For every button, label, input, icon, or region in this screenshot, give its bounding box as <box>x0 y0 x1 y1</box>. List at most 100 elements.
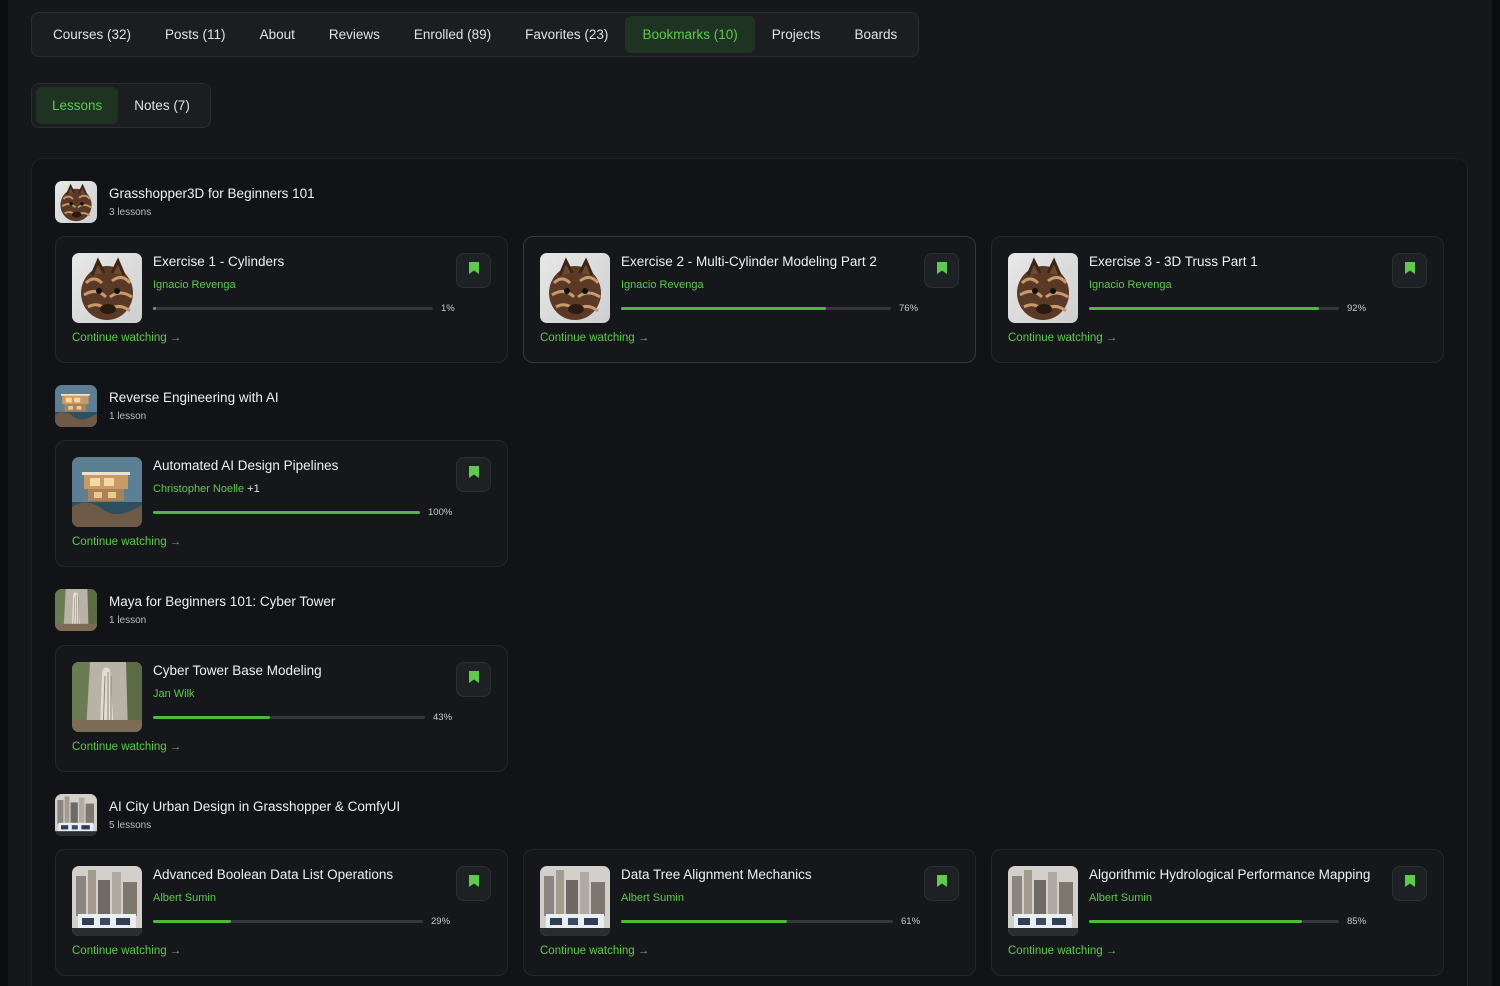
profile-tabs: Courses (32) Posts (11) About Reviews En… <box>31 12 920 57</box>
progress-fill <box>153 307 156 310</box>
lesson-author[interactable]: Albert Sumin <box>621 892 684 904</box>
lesson-card[interactable]: Exercise 2 - Multi-Cylinder Modeling Par… <box>523 236 976 363</box>
continue-watching-link[interactable]: Continue watching → <box>1008 945 1117 957</box>
course-title: AI City Urban Design in Grasshopper & Co… <box>109 799 401 814</box>
bookmark-subtabs: Lessons Notes (7) <box>31 83 211 128</box>
progress-bar <box>1089 920 1339 923</box>
lesson-author[interactable]: Ignacio Revenga <box>1089 279 1172 291</box>
course-header[interactable]: Maya for Beginners 101: Cyber Tower 1 les… <box>55 589 335 631</box>
lesson-card[interactable]: Algorithmic Hydrological Performance Map… <box>991 849 1444 976</box>
lesson-card[interactable]: Cyber Tower Base Modeling Jan Wilk 43% Cont… <box>55 645 508 772</box>
lesson-title[interactable]: Algorithmic Hydrological Performance Map… <box>1089 867 1370 882</box>
bookmark-button[interactable] <box>456 457 491 492</box>
lesson-thumbnail[interactable] <box>540 866 610 936</box>
tab-reviews[interactable]: Reviews <box>312 16 397 53</box>
lesson-title[interactable]: Exercise 1 - Cylinders <box>153 254 284 269</box>
progress-bar <box>153 920 423 923</box>
author-name[interactable]: Ignacio Revenga <box>1089 279 1172 291</box>
tab-about[interactable]: About <box>243 16 312 53</box>
bookmark-button[interactable] <box>456 662 491 697</box>
author-name[interactable]: Albert Sumin <box>1089 892 1152 904</box>
author-name[interactable]: Jan Wilk <box>153 688 195 700</box>
progress-percent: 1% <box>441 303 455 314</box>
author-name[interactable]: Albert Sumin <box>621 892 684 904</box>
tab-posts[interactable]: Posts (11) <box>148 16 243 53</box>
tab-enrolled[interactable]: Enrolled (89) <box>397 16 508 53</box>
lesson-card[interactable]: Data Tree Alignment Mechanics Albert Sumi… <box>523 849 976 976</box>
lesson-title[interactable]: Data Tree Alignment Mechanics <box>621 867 812 882</box>
bookmark-icon <box>468 261 480 280</box>
tab-courses[interactable]: Courses (32) <box>36 16 148 53</box>
bookmark-icon <box>468 874 480 893</box>
author-name[interactable]: Albert Sumin <box>153 892 216 904</box>
lesson-card[interactable]: Advanced Boolean Data List Operations Alb… <box>55 849 508 976</box>
lesson-author[interactable]: Albert Sumin <box>153 892 216 904</box>
progress-fill <box>153 920 232 923</box>
bookmark-icon <box>1404 261 1416 280</box>
lesson-author[interactable]: Jan Wilk <box>153 688 195 700</box>
bookmark-button[interactable] <box>924 253 959 288</box>
bookmark-button[interactable] <box>456 253 491 288</box>
continue-watching-link[interactable]: Continue watching → <box>540 332 649 344</box>
lesson-thumbnail[interactable] <box>72 866 142 936</box>
tab-boards[interactable]: Boards <box>838 16 915 53</box>
subtab-lessons[interactable]: Lessons <box>36 87 119 124</box>
continue-watching-link[interactable]: Continue watching → <box>72 536 181 548</box>
continue-watching-link[interactable]: Continue watching → <box>72 945 181 957</box>
lesson-card[interactable]: Exercise 1 - Cylinders Ignacio Revenga 1% C… <box>55 236 508 363</box>
course-header[interactable]: Grasshopper3D for Beginners 101 3 lessons <box>55 181 315 223</box>
course-thumbnail <box>55 589 97 631</box>
continue-watching-link[interactable]: Continue watching → <box>540 945 649 957</box>
subtab-notes[interactable]: Notes (7) <box>118 87 206 124</box>
tab-favorites[interactable]: Favorites (23) <box>508 16 625 53</box>
lesson-thumbnail[interactable] <box>1008 253 1078 323</box>
lesson-thumbnail[interactable] <box>72 457 142 527</box>
lesson-thumbnail[interactable] <box>1008 866 1078 936</box>
progress-fill <box>1089 920 1302 923</box>
author-extra-count: +1 <box>247 483 260 495</box>
bookmark-button[interactable] <box>924 866 959 901</box>
author-name[interactable]: Ignacio Revenga <box>153 279 236 291</box>
lesson-author[interactable]: Ignacio Revenga <box>153 279 236 291</box>
lesson-title[interactable]: Exercise 2 - Multi-Cylinder Modeling Par… <box>621 254 877 269</box>
progress-fill <box>621 307 827 310</box>
lesson-thumbnail[interactable] <box>72 662 142 732</box>
course-header[interactable]: Reverse Engineering with AI 1 lesson <box>55 385 279 427</box>
progress-percent: 29% <box>431 916 451 927</box>
progress-percent: 43% <box>433 712 453 723</box>
lesson-title[interactable]: Automated AI Design Pipelines <box>153 458 338 473</box>
continue-watching-link[interactable]: Continue watching → <box>72 741 181 753</box>
lesson-thumbnail[interactable] <box>540 253 610 323</box>
continue-watching-link[interactable]: Continue watching → <box>1008 332 1117 344</box>
course-title: Maya for Beginners 101: Cyber Tower <box>109 594 336 609</box>
course-lesson-count: 5 lessons <box>109 820 152 831</box>
progress-bar <box>153 511 420 514</box>
continue-watching-link[interactable]: Continue watching → <box>72 332 181 344</box>
bookmark-button[interactable] <box>456 866 491 901</box>
lesson-title[interactable]: Advanced Boolean Data List Operations <box>153 867 393 882</box>
author-name[interactable]: Ignacio Revenga <box>621 279 704 291</box>
progress-percent: 85% <box>1347 916 1367 927</box>
course-thumbnail <box>55 794 97 836</box>
lesson-author[interactable]: Ignacio Revenga <box>621 279 704 291</box>
progress-bar <box>153 307 433 310</box>
lesson-card[interactable]: Automated AI Design Pipelines Christopher… <box>55 440 508 567</box>
tab-bookmarks[interactable]: Bookmarks (10) <box>625 16 755 53</box>
lesson-author[interactable]: Albert Sumin <box>1089 892 1152 904</box>
author-name[interactable]: Christopher Noelle <box>153 483 244 495</box>
lesson-thumbnail[interactable] <box>72 253 142 323</box>
lesson-title[interactable]: Cyber Tower Base Modeling <box>153 663 322 678</box>
progress-fill <box>621 920 787 923</box>
bookmark-icon <box>936 261 948 280</box>
course-header[interactable]: AI City Urban Design in Grasshopper & Co… <box>55 794 400 836</box>
lesson-author[interactable]: Christopher Noelle +1 <box>153 483 260 495</box>
bookmark-button[interactable] <box>1392 253 1427 288</box>
tab-projects[interactable]: Projects <box>755 16 838 53</box>
lesson-title[interactable]: Exercise 3 - 3D Truss Part 1 <box>1089 254 1258 269</box>
bookmark-icon <box>468 465 480 484</box>
bookmark-icon <box>936 874 948 893</box>
course-thumbnail <box>55 385 97 427</box>
lesson-card[interactable]: Exercise 3 - 3D Truss Part 1 Ignacio Reve… <box>991 236 1444 363</box>
bookmark-button[interactable] <box>1392 866 1427 901</box>
bookmark-icon <box>468 670 480 689</box>
